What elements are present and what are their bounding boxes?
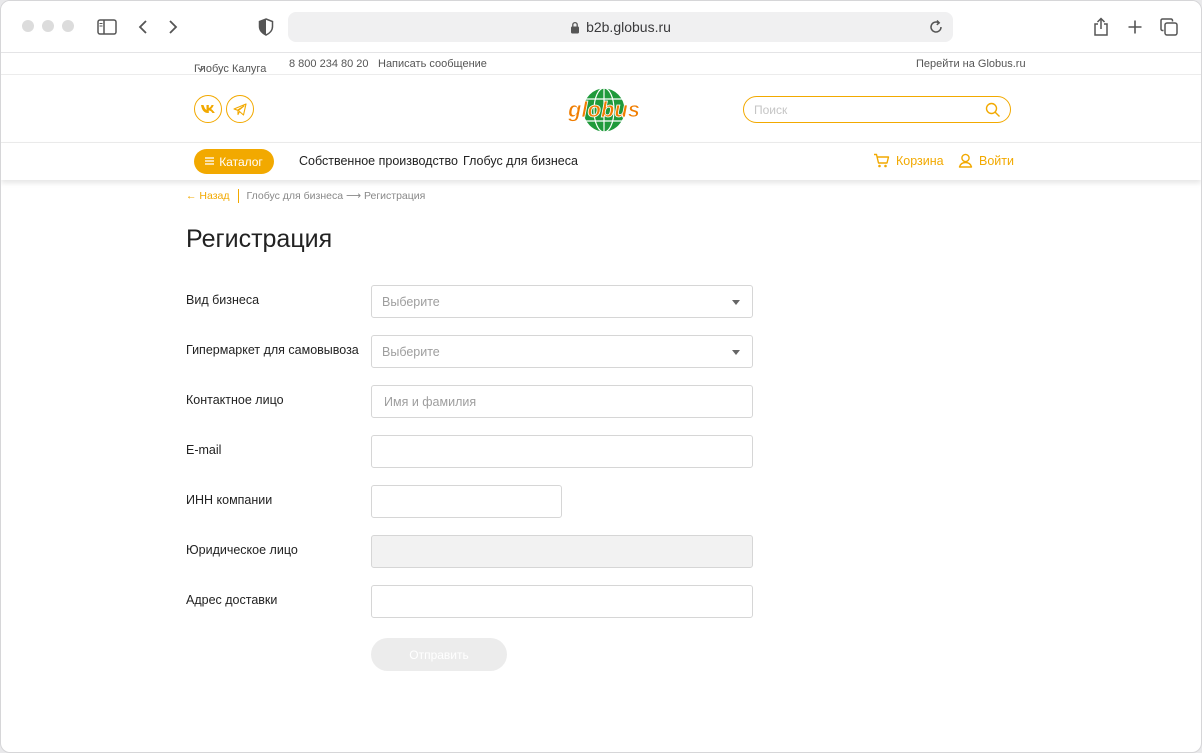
delivery-address-field[interactable] [371, 585, 753, 618]
inn-field[interactable] [371, 485, 562, 518]
user-icon [958, 153, 973, 168]
address-bar[interactable]: b2b.globus.ru [288, 12, 953, 42]
shield-icon[interactable] [254, 15, 278, 39]
chevron-down-icon [197, 63, 205, 75]
business-type-value: Выберите [382, 295, 440, 309]
url-text: b2b.globus.ru [586, 19, 671, 35]
phone-number[interactable]: 8 800 234 80 20 [289, 58, 369, 70]
search-input[interactable] [754, 101, 974, 118]
cart-icon [874, 153, 890, 168]
contact-person-label: Контактное лицо [186, 393, 284, 407]
menu-icon [205, 156, 215, 168]
caret-down-icon [732, 300, 740, 305]
email-field[interactable] [371, 435, 753, 468]
globus-logo[interactable]: globus [567, 85, 641, 135]
login-link[interactable]: Войти [958, 153, 1014, 168]
minimize-window-button[interactable] [42, 20, 54, 32]
new-tab-icon[interactable] [1123, 15, 1147, 39]
telegram-icon[interactable] [226, 95, 254, 123]
contact-person-field[interactable] [371, 385, 753, 418]
forward-icon[interactable] [161, 15, 185, 39]
delivery-address-input[interactable] [384, 594, 734, 610]
legal-entity-field [371, 535, 753, 568]
legal-entity-label: Юридическое лицо [186, 543, 298, 557]
lock-icon [570, 21, 580, 34]
delivery-address-label: Адрес доставки [186, 593, 278, 607]
vk-icon[interactable] [194, 95, 222, 123]
zoom-window-button[interactable] [62, 20, 74, 32]
contact-person-input[interactable] [384, 394, 734, 410]
caret-down-icon [732, 350, 740, 355]
browser-window: b2b.globus.ru Глобус Калуга 8 800 234 80… [0, 0, 1202, 753]
search-box[interactable] [743, 96, 1011, 123]
main-site-link[interactable]: Перейти на Globus.ru [916, 58, 1026, 70]
breadcrumb: ← Назад Глобус для бизнеса ⟶ Регистрация [186, 189, 425, 203]
inn-input[interactable] [384, 494, 543, 510]
back-link[interactable]: ← Назад [186, 190, 230, 202]
cart-link[interactable]: Корзина [873, 153, 944, 168]
back-icon[interactable] [131, 15, 155, 39]
business-type-label: Вид бизнеса [186, 293, 260, 307]
email-input[interactable] [384, 444, 734, 460]
nav-link-business[interactable]: Глобус для бизнеса [463, 154, 578, 168]
nav-link-own-production[interactable]: Собственное производство [299, 154, 458, 168]
pickup-store-select[interactable]: Выберите [371, 335, 753, 368]
svg-text:globus: globus [567, 97, 640, 122]
login-label: Войти [979, 153, 1014, 168]
share-icon[interactable] [1089, 15, 1113, 39]
pickup-store-label: Гипермаркет для самовывоза [186, 343, 359, 357]
sidebar-icon[interactable] [95, 15, 119, 39]
main-nav: Каталог Собственное производство Глобус … [1, 143, 1201, 180]
write-message-link[interactable]: Написать сообщение [378, 58, 487, 70]
legal-entity-input [384, 544, 734, 560]
close-window-button[interactable] [22, 20, 34, 32]
email-label: E-mail [186, 443, 222, 457]
tabs-overview-icon[interactable] [1157, 15, 1181, 39]
reload-icon[interactable] [925, 16, 947, 38]
site-header: globus [1, 75, 1201, 143]
business-type-select[interactable]: Выберите [371, 285, 753, 318]
search-icon[interactable] [985, 102, 1001, 118]
browser-toolbar: b2b.globus.ru [1, 1, 1201, 53]
top-info-strip: Глобус Калуга 8 800 234 80 20 Написать с… [1, 53, 1201, 75]
page-title: Регистрация [186, 225, 333, 253]
catalog-button[interactable]: Каталог [194, 149, 274, 174]
breadcrumb-path[interactable]: Глобус для бизнеса ⟶ Регистрация [247, 190, 426, 202]
pickup-store-value: Выберите [382, 345, 440, 359]
cart-label: Корзина [896, 153, 944, 168]
catalog-label: Каталог [219, 154, 263, 169]
submit-button[interactable]: Отправить [371, 638, 507, 671]
globus-logo-icon: globus [567, 87, 640, 133]
breadcrumb-divider [237, 189, 239, 203]
inn-label: ИНН компании [186, 493, 273, 507]
